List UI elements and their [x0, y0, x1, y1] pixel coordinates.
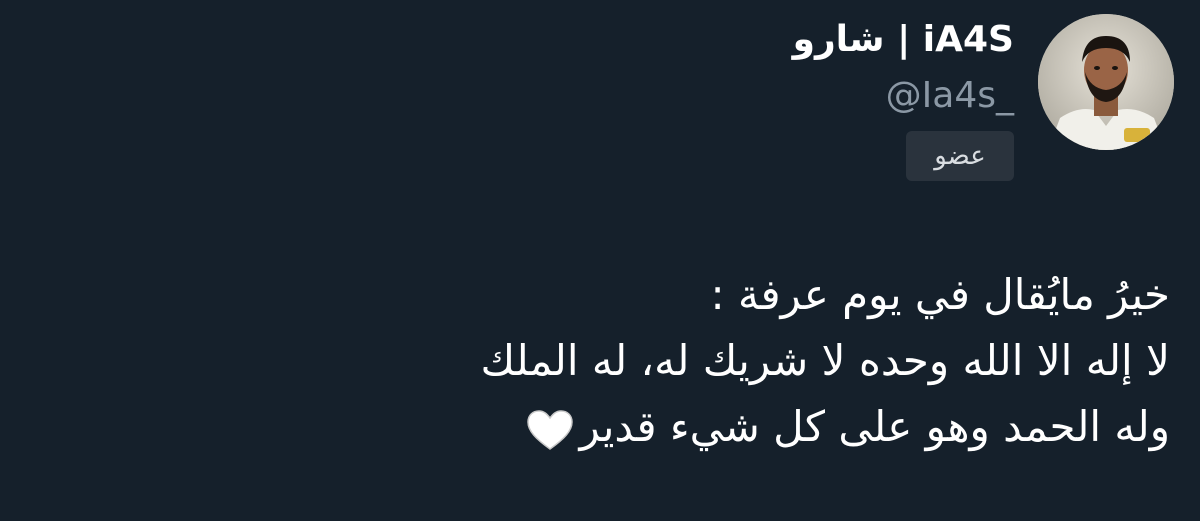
member-badge-label: عضو	[934, 141, 986, 171]
tweet-body: خيرُ مايُقال في يوم عرفة : لا إله الا ال…	[270, 262, 1170, 460]
tweet-line-3-wrapper: وله الحمد وهو على كل شيء قدير	[270, 394, 1170, 460]
white-heart-icon	[526, 409, 573, 450]
tweet-card: شارو | iA4S @Ia4s_ عضو خيرُ مايُقال في ي…	[0, 0, 1200, 521]
user-avatar-photo-icon	[1038, 14, 1174, 150]
member-badge: عضو	[906, 131, 1014, 181]
author-handle[interactable]: @Ia4s_	[886, 70, 1014, 122]
author-avatar[interactable]	[1038, 14, 1174, 150]
author-display-name[interactable]: شارو | iA4S	[793, 14, 1014, 66]
tweet-line-2: لا إله الا الله وحده لا شريك له، له المل…	[480, 336, 1170, 385]
tweet-line-3: وله الحمد وهو على كل شيء قدير	[579, 402, 1170, 451]
tweet-line-1: خيرُ مايُقال في يوم عرفة :	[710, 270, 1170, 319]
